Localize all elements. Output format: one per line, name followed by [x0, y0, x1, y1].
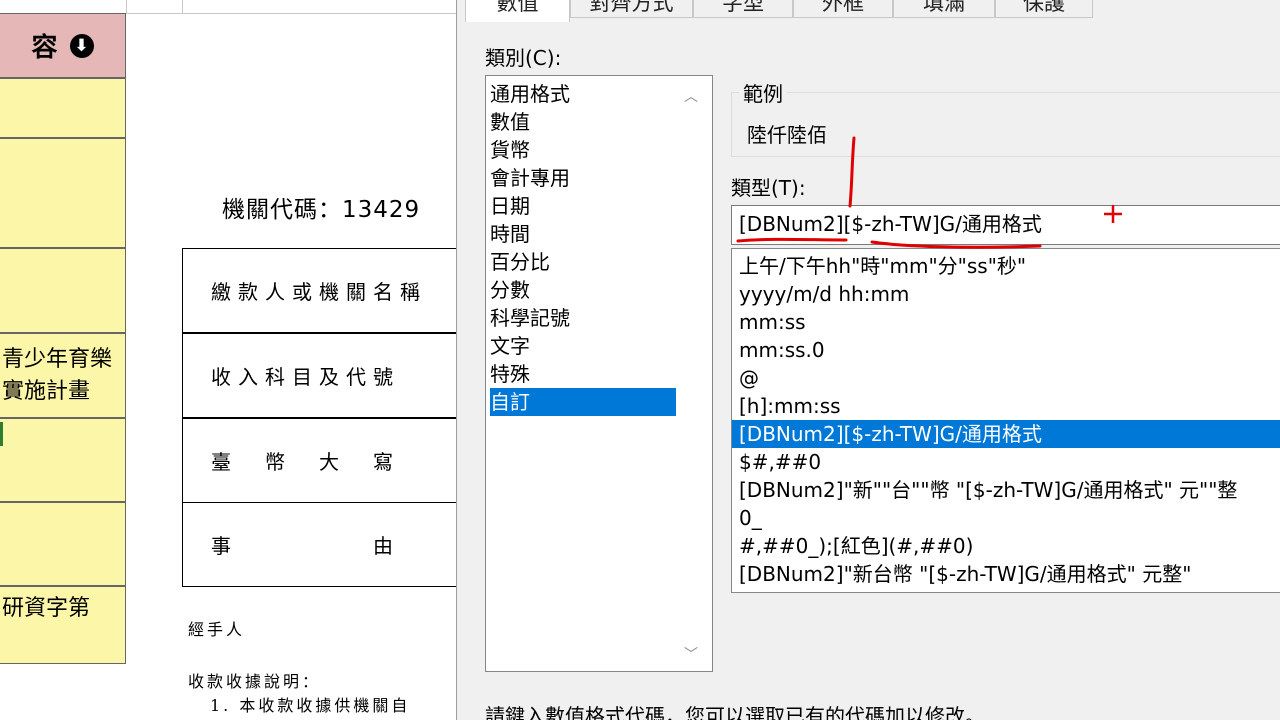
sheet-cell[interactable] [0, 138, 126, 248]
format-code-item[interactable]: mm:ss.0 [732, 336, 1280, 364]
column-header-strip [0, 0, 456, 14]
format-code-item[interactable]: [h]:mm:ss [732, 392, 1280, 420]
sheet-cell[interactable] [0, 248, 126, 333]
form-row-payer: 繳款人或機關名稱 [182, 248, 456, 333]
type-label: 類型(T): [731, 176, 806, 200]
format-code-listbox[interactable]: 上午/下午hh"時"mm"分"ss"秒" yyyy/m/d hh:mm mm:s… [731, 248, 1280, 593]
handler-label: 經手人 [188, 620, 246, 639]
category-label: 類別(C): [485, 46, 562, 70]
sample-label: 範例 [739, 78, 787, 107]
category-item[interactable]: 日期 [490, 192, 530, 220]
form-row-label: 收入科目及代號 [211, 365, 400, 389]
sheet-cell[interactable] [0, 418, 126, 502]
tab-border[interactable]: 外框 [793, 0, 893, 18]
form-row-income: 收入科目及代號 [182, 333, 456, 418]
sheet-cell-ref[interactable]: 研資字第 [0, 586, 126, 664]
format-code-item[interactable]: @ [732, 364, 1280, 392]
category-item[interactable]: 文字 [490, 332, 530, 360]
format-code-item-selected[interactable]: [DBNum2][$-zh-TW]G/通用格式 [732, 420, 1280, 448]
category-item[interactable]: 百分比 [490, 248, 550, 276]
tab-protection[interactable]: 保護 [995, 0, 1093, 18]
spreadsheet: 容 ⬇ 青少年育樂 實施計畫 研資字第 機關代碼：13429 繳款人或機關名稱 … [0, 0, 456, 720]
receipt-note: 收款收據說明： [188, 672, 322, 691]
scroll-up-icon[interactable]: ︿ [684, 86, 698, 106]
category-item[interactable]: 時間 [490, 220, 530, 248]
tab-fill[interactable]: 填滿 [893, 0, 995, 18]
form-row-label: 臺 幣 大 寫 [211, 450, 400, 474]
header-cell-text: 容 [31, 33, 58, 63]
format-code-item[interactable]: 上午/下午hh"時"mm"分"ss"秒" [732, 252, 1280, 280]
format-cells-dialog: 數值 對齊方式 字型 外框 填滿 保護 類別(C): 通用格式 數值 貨幣 會計… [456, 0, 1280, 720]
sheet-cell[interactable] [0, 502, 126, 586]
hint-text: 請鍵入數值格式代碼，您可以選取已有的代碼加以修改。 [485, 704, 985, 720]
scroll-down-icon[interactable]: ﹀ [684, 644, 698, 664]
receipt-item: 1. 本收款收據供機關自 [210, 696, 411, 715]
format-code-item[interactable]: yyyy/m/d hh:mm [732, 280, 1280, 308]
header-cell[interactable]: 容 ⬇ [0, 13, 126, 78]
format-code-item[interactable]: mm:ss [732, 308, 1280, 336]
category-item[interactable]: 貨幣 [490, 136, 530, 164]
info-down-icon[interactable]: ⬇ [69, 33, 94, 58]
category-item[interactable]: 分數 [490, 276, 530, 304]
sample-value: 陸仟陸佰 [747, 123, 827, 147]
format-code-item[interactable]: [DBNum2]"新台幣 "[$-zh-TW]G/通用格式" 元整" [732, 560, 1280, 588]
tab-number[interactable]: 數值 [465, 0, 570, 22]
category-item[interactable]: 數值 [490, 108, 530, 136]
tab-font[interactable]: 字型 [693, 0, 793, 18]
form-row-reason: 事 由 [182, 502, 456, 587]
format-code-item[interactable]: #,##0_);[紅色](#,##0) [732, 532, 1280, 560]
format-code-item[interactable]: $#,##0 [732, 448, 1280, 476]
form-row-label: 繳款人或機關名稱 [211, 280, 427, 304]
category-listbox[interactable]: 通用格式 數值 貨幣 會計專用 日期 時間 百分比 分數 科學記號 文字 特殊 … [485, 75, 713, 672]
category-item[interactable]: 科學記號 [490, 304, 570, 332]
agency-code: 機關代碼：13429 [222, 197, 421, 223]
form-row-amount: 臺 幣 大 寫 [182, 418, 456, 503]
category-item[interactable]: 特殊 [490, 360, 530, 388]
sheet-cell-plan[interactable]: 青少年育樂 實施計畫 [0, 333, 126, 418]
category-item[interactable]: 會計專用 [490, 164, 570, 192]
category-item-custom[interactable]: 自訂 [490, 388, 676, 416]
type-input[interactable]: [DBNum2][$-zh-TW]G/通用格式 [731, 205, 1280, 245]
tab-alignment[interactable]: 對齊方式 [570, 0, 693, 18]
form-row-label: 事 由 [211, 534, 400, 558]
sheet-cell[interactable] [0, 78, 126, 138]
format-code-item[interactable]: [DBNum2]"新""台""幣 "[$-zh-TW]G/通用格式" 元""整 [732, 476, 1280, 504]
format-code-item[interactable]: 0_ [732, 504, 1280, 532]
dialog-tabs: 數值 對齊方式 字型 外框 填滿 保護 [457, 0, 1280, 22]
cell-marker [0, 422, 3, 446]
category-item[interactable]: 通用格式 [490, 80, 570, 108]
